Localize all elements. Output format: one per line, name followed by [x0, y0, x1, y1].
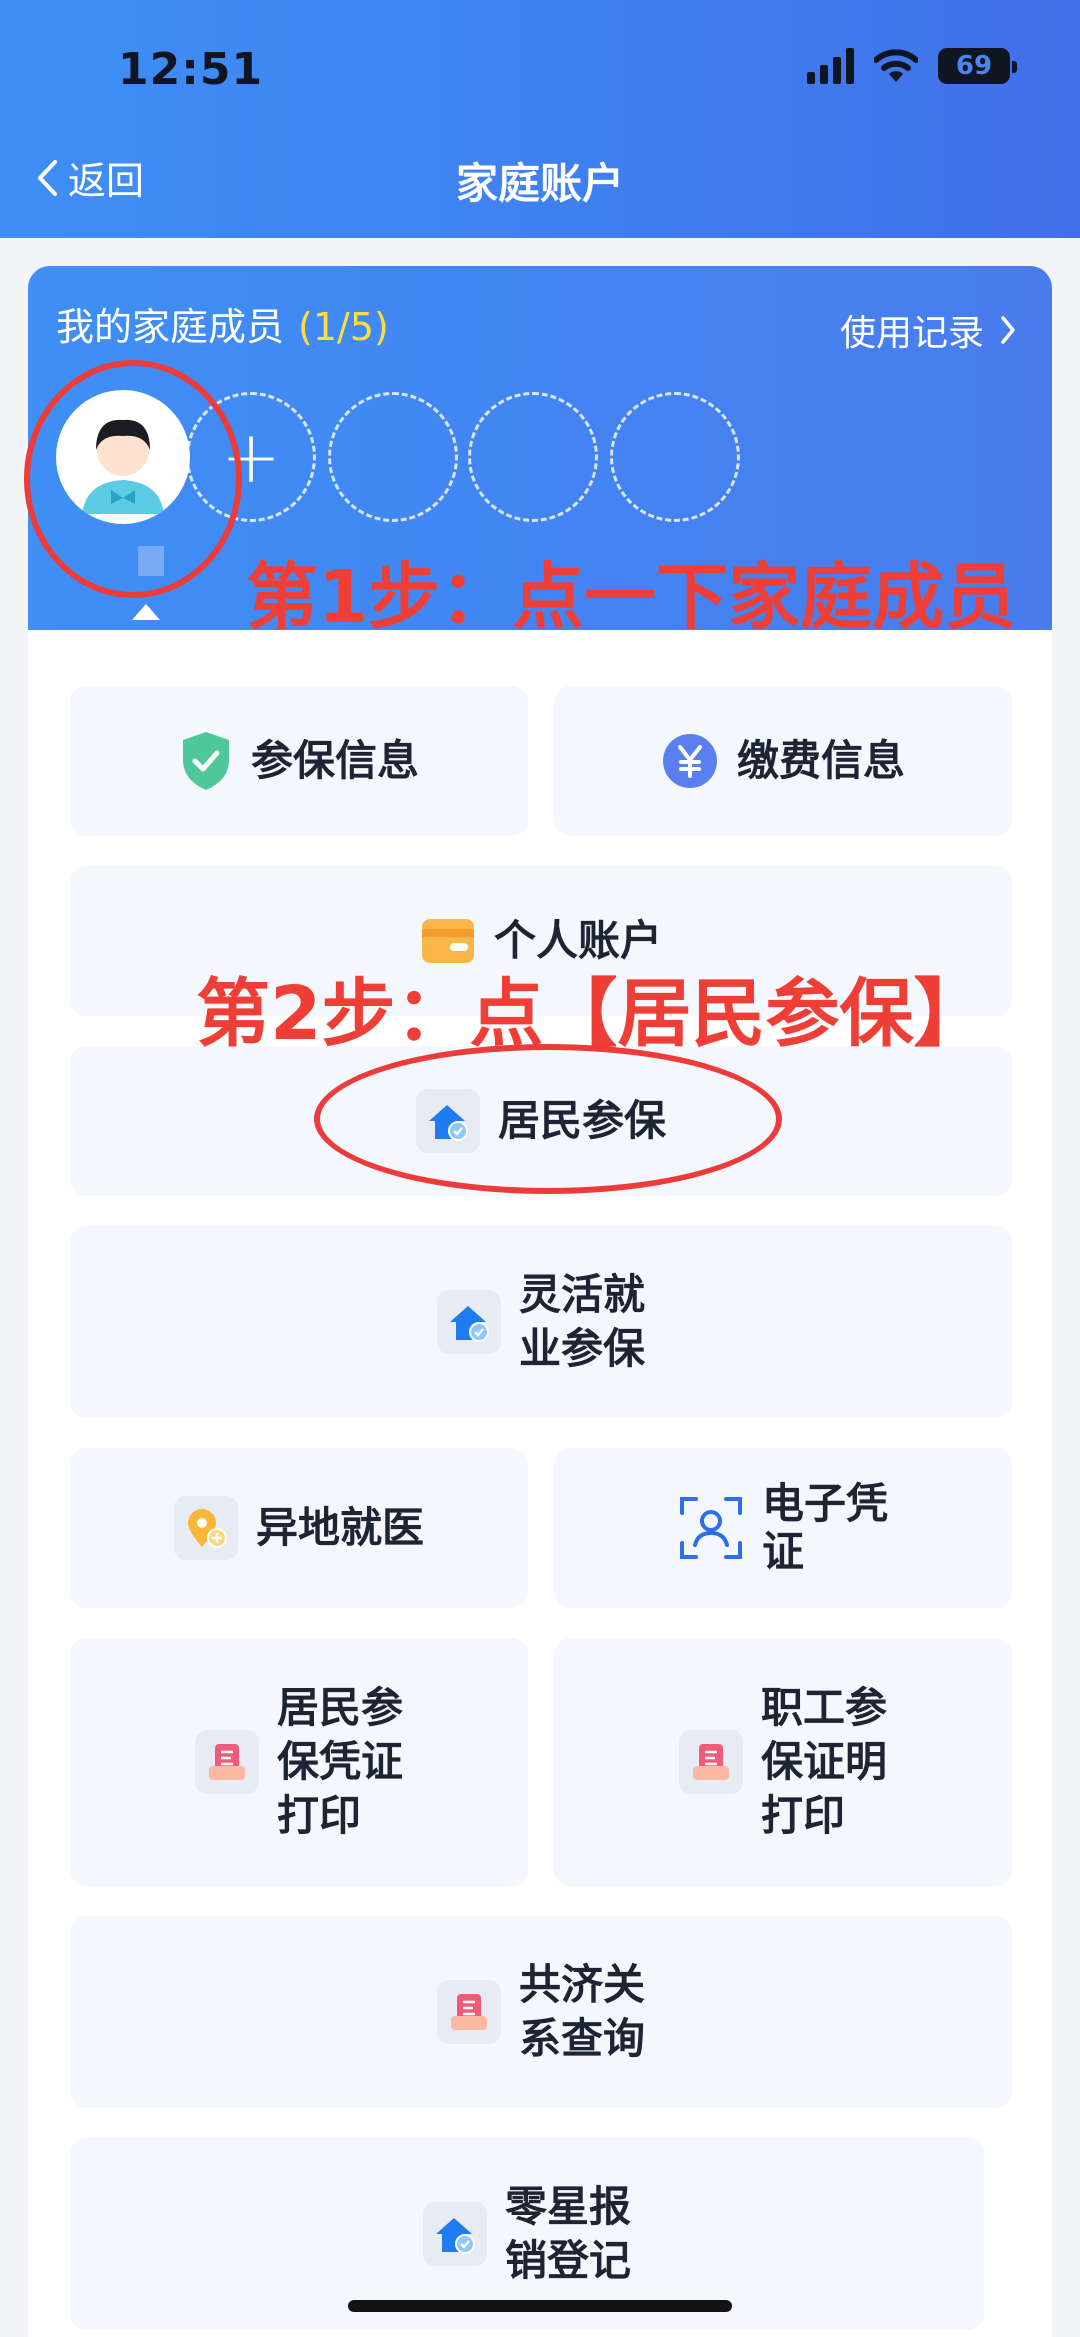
payment-info-label: 缴费信息	[736, 736, 905, 785]
employee-certificate-print-label: 职工参 保证明 打印	[761, 1681, 887, 1843]
family-title: 我的家庭成员 (1/5)	[56, 296, 389, 351]
label-line: 打印	[276, 1791, 361, 1840]
home-indicator	[348, 2300, 732, 2312]
remote-medical-button[interactable]: 异地就医	[70, 1448, 528, 1608]
insurance-info-label: 参保信息	[250, 736, 419, 785]
mutual-aid-query-button[interactable]: 共济关 系查询	[70, 1916, 1012, 2108]
house-shield-icon	[436, 1290, 501, 1354]
header: 12:51 69 返回 家庭账户	[0, 0, 1080, 238]
status-icons: 69	[807, 48, 1017, 84]
label-line: 证	[761, 1527, 804, 1576]
resident-voucher-print-label: 居民参 保凭证 打印	[277, 1681, 403, 1843]
label-line: 共济关	[518, 1960, 645, 2009]
battery-icon: 69	[938, 48, 1017, 84]
label-line: 职工参	[760, 1683, 887, 1732]
shield-check-icon	[182, 732, 229, 790]
annotation-circle-resident-insurance	[314, 1044, 782, 1194]
resident-voucher-print-button[interactable]: 居民参 保凭证 打印	[70, 1638, 528, 1886]
family-title-text: 我的家庭成员	[56, 305, 285, 349]
e-voucher-button[interactable]: 电子凭 证	[554, 1448, 1012, 1608]
reimbursement-registration-label: 零星报 销登记	[505, 2180, 631, 2288]
label-line: 零星报	[504, 2182, 631, 2231]
wifi-icon	[874, 49, 918, 82]
label-line: 保凭证	[276, 1737, 403, 1786]
label-line: 打印	[760, 1791, 845, 1840]
label-line: 电子凭	[761, 1479, 888, 1528]
empty-member-slot[interactable]	[468, 392, 598, 522]
family-count: (1/5)	[298, 305, 389, 349]
usage-record-label: 使用记录	[839, 313, 984, 354]
page-title: 家庭账户	[455, 159, 624, 208]
flexible-insurance-label: 灵活就 业参保	[519, 1268, 645, 1376]
location-pin-icon	[173, 1496, 238, 1560]
annotation-circle-member	[24, 360, 242, 598]
employee-certificate-print-button[interactable]: 职工参 保证明 打印	[554, 1638, 1012, 1886]
empty-member-slot[interactable]	[328, 392, 458, 522]
face-scan-icon	[679, 1497, 742, 1559]
payment-info-button[interactable]: 缴费信息	[554, 686, 1012, 836]
house-shield-icon	[422, 2202, 487, 2266]
signal-icon	[807, 48, 854, 84]
mutual-aid-query-label: 共济关 系查询	[519, 1958, 645, 2066]
status-time: 12:51	[118, 44, 264, 95]
usage-record-link[interactable]: 使用记录	[840, 304, 1016, 356]
selected-indicator	[132, 604, 160, 620]
label-line: 销登记	[504, 2236, 631, 2285]
label-line: 保证明	[760, 1737, 887, 1786]
yuan-coin-icon	[662, 734, 717, 788]
service-menu: 参保信息 缴费信息 个人账户 居民参保 灵活就 业参保 异地就医 电子凭 证 居…	[28, 630, 1052, 2337]
insurance-info-button[interactable]: 参保信息	[70, 686, 528, 836]
document-print-icon	[678, 1730, 743, 1794]
chevron-right-icon	[1001, 316, 1015, 344]
label-line: 居民参	[276, 1683, 403, 1732]
label-line: 业参保	[518, 1324, 645, 1373]
label-line: 系查询	[518, 2014, 645, 2063]
document-print-icon	[436, 1980, 501, 2044]
empty-member-slot[interactable]	[610, 392, 740, 522]
flexible-insurance-button[interactable]: 灵活就 业参保	[70, 1226, 1012, 1418]
e-voucher-label: 电子凭 证	[762, 1480, 888, 1576]
label-line: 灵活就	[518, 1270, 645, 1319]
document-print-icon	[194, 1730, 259, 1794]
annotation-step1: 第1步：点一下家庭成员	[246, 555, 1017, 639]
remote-medical-label: 异地就医	[255, 1503, 424, 1552]
